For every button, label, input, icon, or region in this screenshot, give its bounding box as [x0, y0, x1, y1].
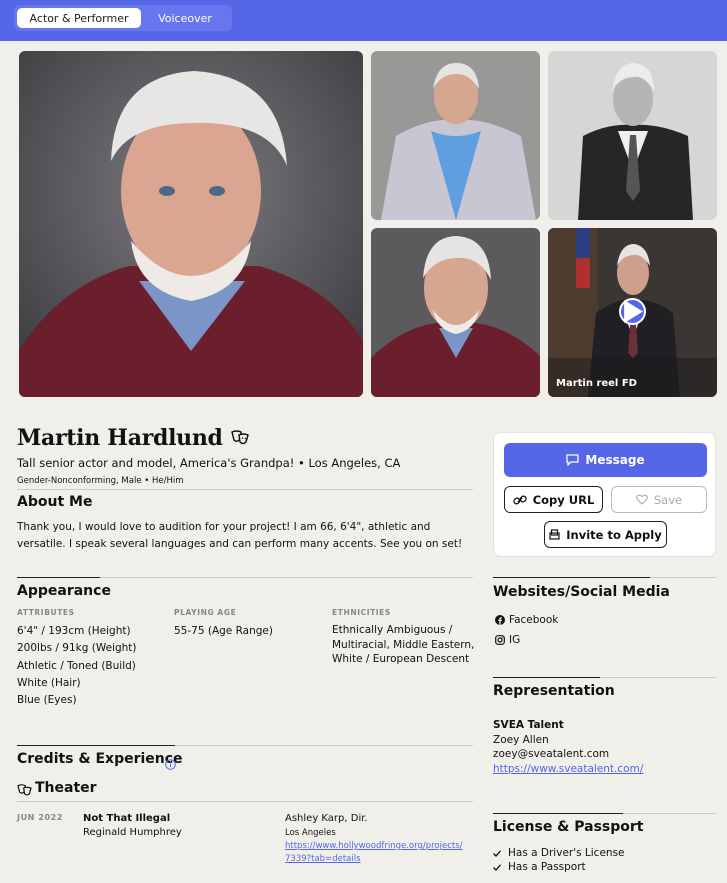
divider — [100, 577, 473, 578]
license-item: Has a Driver's License — [493, 846, 625, 860]
license-item-label: Has a Passport — [508, 861, 586, 873]
section-rule — [17, 745, 175, 746]
agency-url[interactable]: https://www.sveatalent.com/ — [493, 762, 643, 777]
credit-link[interactable]: https://www.hollywoodfringe.org/projects… — [285, 840, 463, 866]
playing-age: 55-75 (Age Range) — [174, 625, 273, 637]
attribute-item: 200lbs / 91kg (Weight) — [17, 642, 137, 655]
theater-heading: Theater — [35, 780, 97, 796]
message-button-label: Message — [585, 453, 645, 467]
gallery-photo[interactable] — [371, 51, 540, 220]
divider — [17, 489, 473, 490]
divider — [600, 677, 716, 678]
copy-url-label: Copy URL — [532, 492, 595, 507]
heart-icon — [636, 494, 648, 505]
section-rule — [17, 577, 100, 578]
social-label: Facebook — [509, 614, 559, 626]
credit-director: Ashley Karp, Dir. — [285, 813, 368, 824]
divider — [623, 813, 716, 814]
tab-actor-performer[interactable]: Actor & Performer — [17, 8, 141, 28]
link-icon — [512, 495, 527, 504]
facebook-icon — [495, 615, 505, 625]
section-rule — [493, 577, 650, 578]
license-heading: License & Passport — [493, 819, 644, 835]
save-label: Save — [653, 492, 683, 507]
license-item: Has a Passport — [493, 860, 625, 874]
reel-title: Martin reel FD — [556, 378, 637, 389]
license-list: Has a Driver's License Has a Passport — [493, 846, 625, 874]
social-link-facebook[interactable]: Facebook — [495, 614, 558, 626]
invite-icon — [549, 529, 560, 540]
action-card: Message Copy URL Save Invite to Apply — [493, 432, 716, 557]
demo-reel-video[interactable]: Martin reel FD — [548, 228, 717, 397]
divider — [17, 801, 473, 802]
agency-name: SVEA Talent — [493, 719, 564, 731]
main-headshot[interactable] — [19, 51, 363, 397]
credit-location: Los Angeles — [285, 828, 336, 838]
attribute-item: 6'4" / 193cm (Height) — [17, 625, 131, 637]
message-button[interactable]: Message — [504, 443, 707, 477]
gallery-photo[interactable] — [548, 51, 717, 220]
appearance-heading: Appearance — [17, 583, 111, 599]
attribute-item: White (Hair) — [17, 676, 81, 689]
playing-age-label: PLAYING AGE — [174, 608, 237, 617]
credit-date: JUN 2022 — [17, 813, 64, 822]
credit-role: Reginald Humphrey — [83, 827, 182, 838]
attribute-item: Athletic / Toned (Build) — [17, 659, 136, 672]
websites-heading: Websites/Social Media — [493, 584, 670, 600]
save-button[interactable]: Save — [611, 486, 707, 513]
instagram-icon — [495, 635, 505, 645]
credit-title: Not That Illegal — [83, 813, 171, 824]
ethnicities-list: Ethnically Ambiguous / Multiracial, Midd… — [332, 623, 474, 667]
chat-icon — [566, 454, 580, 466]
ethnicity-line: Ethnically Ambiguous / — [332, 624, 453, 636]
theater-masks-icon — [17, 782, 32, 801]
attributes-list: 6'4" / 193cm (Height) 200lbs / 91kg (Wei… — [17, 623, 137, 709]
agent-email[interactable]: zoey@sveatalent.com — [493, 747, 643, 762]
agent-name: Zoey Allen — [493, 733, 549, 746]
play-icon[interactable] — [619, 298, 646, 325]
attributes-label: ATTRIBUTES — [17, 608, 75, 617]
check-icon — [493, 849, 501, 857]
divider — [175, 745, 473, 746]
license-item-label: Has a Driver's License — [508, 847, 625, 859]
gallery-photo[interactable] — [371, 228, 540, 397]
gender-pronouns: Gender-Nonconforming, Male • He/Him — [17, 476, 184, 486]
ethnicity-line: Multiracial, Middle Eastern, — [332, 638, 475, 651]
tab-voiceover[interactable]: Voiceover — [141, 8, 229, 28]
ethnicities-label: ETHNICITIES — [332, 608, 391, 617]
about-heading: About Me — [17, 494, 93, 510]
profile-name: Martin Hardlund — [17, 425, 223, 451]
representation-details: SVEA Talent Zoey Allen zoey@sveatalent.c… — [493, 718, 643, 776]
ethnicity-line: White / European Descent — [332, 653, 470, 665]
theater-masks-icon — [231, 430, 249, 446]
profile-tagline: Tall senior actor and model, America's G… — [17, 456, 401, 470]
section-rule — [493, 677, 600, 678]
invite-label: Invite to Apply — [566, 527, 662, 542]
credits-heading: Credits & Experience — [17, 751, 183, 767]
divider — [650, 577, 716, 578]
credit-link-line[interactable]: https://www.hollywoodfringe.org/projects… — [285, 840, 463, 853]
representation-heading: Representation — [493, 683, 615, 699]
about-text: Thank you, I would love to audition for … — [17, 521, 463, 550]
social-label: IG — [509, 634, 521, 646]
profile-type-tabs: Actor & Performer Voiceover — [14, 5, 232, 31]
section-rule — [493, 813, 623, 814]
top-bar: Actor & Performer Voiceover — [0, 0, 727, 41]
attribute-item: Blue (Eyes) — [17, 694, 77, 707]
check-icon — [493, 863, 501, 871]
info-icon[interactable] — [165, 755, 176, 774]
copy-url-button[interactable]: Copy URL — [504, 486, 603, 513]
credit-link-line[interactable]: 7339?tab=details — [285, 853, 463, 866]
invite-to-apply-button[interactable]: Invite to Apply — [544, 521, 667, 548]
social-link-instagram[interactable]: IG — [495, 634, 520, 646]
